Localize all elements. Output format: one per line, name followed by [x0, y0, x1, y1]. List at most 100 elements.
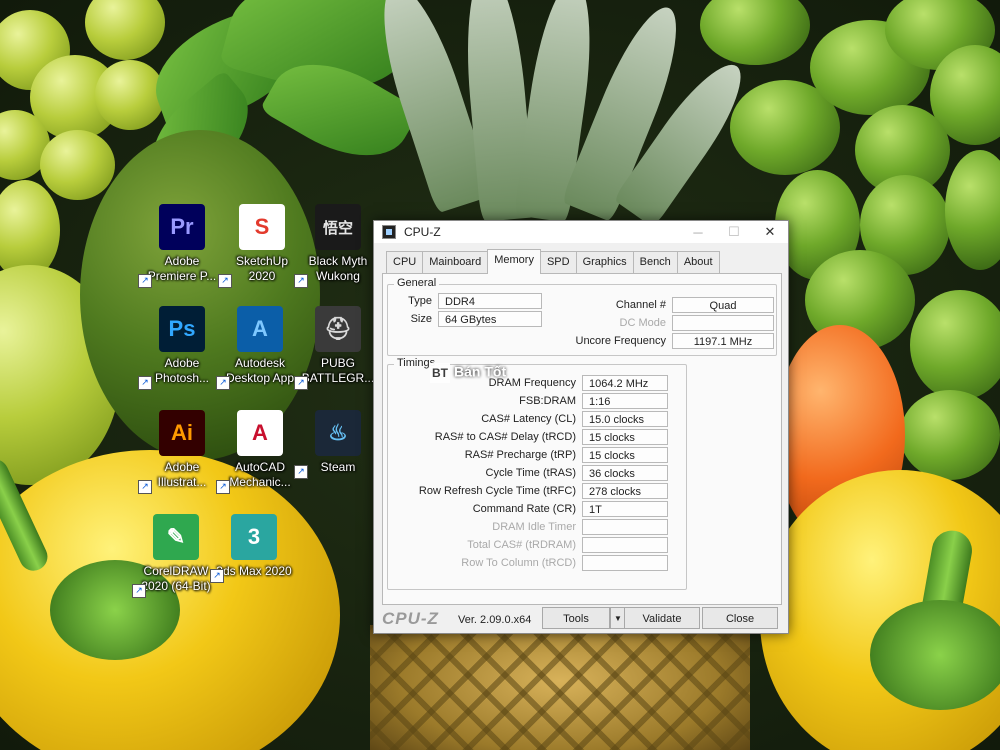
- uncore-frequency-label: Uncore Frequency: [575, 335, 667, 347]
- desktop-icon-3ds-max[interactable]: 3 ↗ 3ds Max 2020: [210, 514, 296, 583]
- memory-panel: General Type DDR4 Size 64 GBytes Channel…: [382, 273, 782, 605]
- title-bar[interactable]: CPU-Z ─ ☐ ✕: [374, 221, 788, 243]
- pubg-icon: ⛑: [315, 306, 361, 352]
- timing-row: DRAM Idle Timer: [388, 519, 668, 535]
- timing-value: [582, 555, 668, 571]
- tab-cpu[interactable]: CPU: [386, 251, 424, 274]
- shortcut-arrow-icon: ↗: [294, 274, 308, 288]
- type-label: Type: [408, 295, 432, 307]
- desktop-icon-photoshop[interactable]: Ps ↗ Adobe Photosh...: [138, 306, 224, 390]
- cpuz-app-icon: [382, 225, 396, 239]
- general-group: General Type DDR4 Size 64 GBytes Channel…: [387, 277, 777, 356]
- timing-label: Command Rate (CR): [472, 503, 576, 515]
- timing-row: FSB:DRAM 1:16: [388, 393, 668, 409]
- timing-label: FSB:DRAM: [519, 395, 576, 407]
- desktop-icon-premiere-pro[interactable]: Pr ↗ Adobe Premiere P...: [138, 204, 224, 288]
- autocad-mechanical-icon: A: [237, 410, 283, 456]
- timing-value: 36 clocks: [582, 465, 668, 481]
- premiere-pro-icon: Pr: [159, 204, 205, 250]
- type-value: DDR4: [438, 293, 542, 309]
- tab-graphics[interactable]: Graphics: [575, 251, 634, 274]
- timing-value: [582, 537, 668, 553]
- watermark-text: Bán Tốt: [454, 363, 507, 380]
- timings-group: Timings DRAM Frequency 1064.2 MHz FSB:DRAM…: [387, 357, 687, 590]
- timing-row: Cycle Time (tRAS) 36 clocks: [388, 465, 668, 481]
- timing-row: RAS# to CAS# Delay (tRCD) 15 clocks: [388, 429, 668, 445]
- tab-strip: CPU Mainboard Memory SPD Graphics Bench About: [386, 249, 720, 274]
- timing-row: CAS# Latency (CL) 15.0 clocks: [388, 411, 668, 427]
- shortcut-arrow-icon: ↗: [216, 480, 230, 494]
- cpuz-window: CPU-Z ─ ☐ ✕ CPU Mainboard Memory SPD Graphic…: [373, 220, 789, 634]
- timing-value: 15 clocks: [582, 429, 668, 445]
- desktop-icon-pubg[interactable]: ⛑ ↗ PUBG BATTLEGR...: [294, 306, 380, 390]
- shortcut-arrow-icon: ↗: [138, 376, 152, 390]
- dc-mode-label: DC Mode: [619, 317, 666, 329]
- validate-button[interactable]: Validate: [624, 607, 700, 629]
- timing-label: Row Refresh Cycle Time (tRFC): [418, 485, 576, 497]
- shortcut-arrow-icon: ↗: [138, 274, 152, 288]
- desktop-icon-label: SketchUp 2020: [235, 254, 289, 283]
- autodesk-desktop-app-icon: A: [237, 306, 283, 352]
- timing-value: [582, 519, 668, 535]
- shortcut-arrow-icon: ↗: [132, 584, 146, 598]
- steam-icon: ♨: [315, 410, 361, 456]
- shortcut-arrow-icon: ↗: [216, 376, 230, 390]
- timing-row: Total CAS# (tRDRAM): [388, 537, 668, 553]
- minimize-button[interactable]: ─: [680, 221, 716, 243]
- desktop-icon-label: 3ds Max 2020: [216, 564, 292, 578]
- tools-button[interactable]: Tools: [542, 607, 610, 629]
- tab-about[interactable]: About: [676, 251, 720, 274]
- shortcut-arrow-icon: ↗: [294, 465, 308, 479]
- shortcut-arrow-icon: ↗: [294, 376, 308, 390]
- timing-row: Command Rate (CR) 1T: [388, 501, 668, 517]
- desktop-icon-black-myth-wukong[interactable]: 悟空 ↗ Black Myth Wukong: [294, 204, 380, 288]
- desktop-icon-autocad-mechanical[interactable]: A ↗ AutoCAD Mechanic...: [216, 410, 302, 494]
- tab-memory[interactable]: Memory: [487, 249, 541, 274]
- shortcut-arrow-icon: ↗: [218, 274, 232, 288]
- desktop-icon-label: Adobe Illustrat...: [157, 460, 207, 489]
- version-text: Ver. 2.09.0.x64: [458, 614, 532, 626]
- timing-row: RAS# Precharge (tRP) 15 clocks: [388, 447, 668, 463]
- coreldraw-icon: ✎: [153, 514, 199, 560]
- footer-bar: CPU-Z Ver. 2.09.0.x64 Tools ▼ Validate C…: [374, 605, 788, 633]
- timing-label: RAS# Precharge (tRP): [464, 449, 576, 461]
- desktop-icon-label: CorelDRAW 2020 (64-Bit): [141, 564, 211, 593]
- desktop-icon-sketchup[interactable]: S ↗ SketchUp 2020: [218, 204, 304, 288]
- desktop-icon-illustrator[interactable]: Ai ↗ Adobe Illustrat...: [138, 410, 224, 494]
- close-window-button[interactable]: ✕: [752, 221, 788, 243]
- tab-mainboard[interactable]: Mainboard: [422, 251, 489, 274]
- 3ds-max-icon: 3: [231, 514, 277, 560]
- timing-value: 15 clocks: [582, 447, 668, 463]
- timing-value: 1064.2 MHz: [582, 375, 668, 391]
- desktop-icon-label: Adobe Premiere P...: [147, 254, 217, 283]
- timing-value: 15.0 clocks: [582, 411, 668, 427]
- timing-row: Row To Column (tRCD): [388, 555, 668, 571]
- watermark-mark: BT: [430, 363, 450, 383]
- timing-value: 1T: [582, 501, 668, 517]
- cpuz-logo: CPU-Z: [382, 609, 439, 628]
- illustrator-icon: Ai: [159, 410, 205, 456]
- tab-spd[interactable]: SPD: [539, 251, 577, 274]
- timing-value: 278 clocks: [582, 483, 668, 499]
- window-title: CPU-Z: [404, 225, 441, 239]
- size-label: Size: [410, 313, 432, 325]
- maximize-button[interactable]: ☐: [716, 221, 752, 243]
- desktop-icon-label: AutoCAD Mechanic...: [229, 460, 291, 489]
- channel-value: Quad: [672, 297, 774, 313]
- desktop-icon-coreldraw[interactable]: ✎ ↗ CorelDRAW 2020 (64-Bit): [132, 514, 218, 598]
- desktop-icon-steam[interactable]: ♨ ↗ Steam: [294, 410, 380, 479]
- photoshop-icon: Ps: [159, 306, 205, 352]
- close-button[interactable]: Close: [702, 607, 778, 629]
- shortcut-arrow-icon: ↗: [210, 569, 224, 583]
- general-title: General: [394, 277, 440, 289]
- watermark-logo: BT Bán Tốt: [430, 363, 570, 385]
- desktop-icon-label: Adobe Photosh...: [154, 356, 210, 385]
- desktop-icon-autodesk-desktop-app[interactable]: A ↗ Autodesk Desktop App: [216, 306, 302, 390]
- shortcut-arrow-icon: ↗: [138, 480, 152, 494]
- tab-bench[interactable]: Bench: [632, 251, 678, 274]
- timing-label: Cycle Time (tRAS): [485, 467, 576, 479]
- timing-label: CAS# Latency (CL): [481, 413, 576, 425]
- desktop-icon-label: Black Myth Wukong: [308, 254, 368, 283]
- desktop-icon-label: Autodesk Desktop App: [225, 356, 295, 385]
- desktop-icon-label: PUBG BATTLEGR...: [301, 356, 375, 385]
